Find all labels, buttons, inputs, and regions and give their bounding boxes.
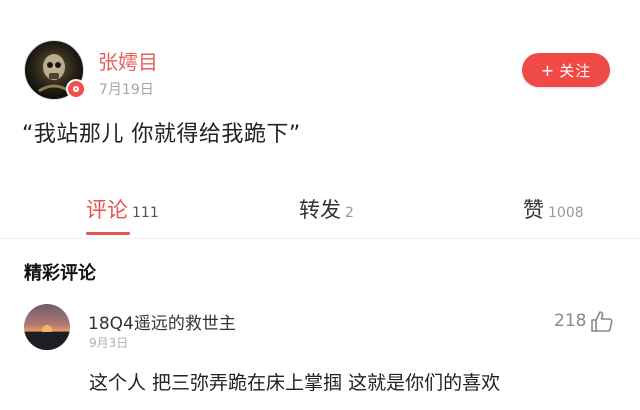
commenter-username[interactable]: 18Q4遥远的救世主: [88, 309, 236, 334]
tab-comments-count: 111: [132, 205, 159, 221]
post-date: 7月19日: [99, 82, 154, 98]
section-title: 精彩评论: [24, 263, 96, 284]
comment-date: 9月3日: [89, 336, 129, 350]
active-tab-indicator: [86, 232, 130, 235]
tab-reposts-label: 转发: [299, 198, 341, 222]
post-text: “我站那儿 你就得给我跪下”: [22, 122, 301, 147]
divider: [0, 238, 640, 239]
tab-likes-count: 1008: [548, 205, 584, 221]
poster-username[interactable]: 张嫮目: [98, 46, 158, 75]
commenter-avatar[interactable]: [24, 304, 70, 350]
tab-reposts[interactable]: 转发 2: [299, 194, 354, 224]
verified-badge-icon: [66, 79, 86, 99]
thumbs-up-icon: [591, 311, 614, 332]
tab-likes-label: 赞: [523, 198, 544, 222]
tab-reposts-count: 2: [345, 205, 354, 221]
follow-button[interactable]: + 关注: [522, 53, 610, 87]
tab-likes[interactable]: 赞 1008: [523, 194, 584, 224]
comment-like-count: 218: [554, 311, 587, 331]
tab-comments[interactable]: 评论 111: [86, 194, 159, 224]
comment-like-button[interactable]: 218: [554, 310, 614, 332]
comment-text: 这个人 把三弥弄跪在床上掌掴 这就是你们的喜欢: [89, 372, 501, 394]
follow-label: 关注: [559, 61, 592, 80]
tab-comments-label: 评论: [86, 198, 128, 222]
plus-icon: +: [540, 60, 556, 80]
